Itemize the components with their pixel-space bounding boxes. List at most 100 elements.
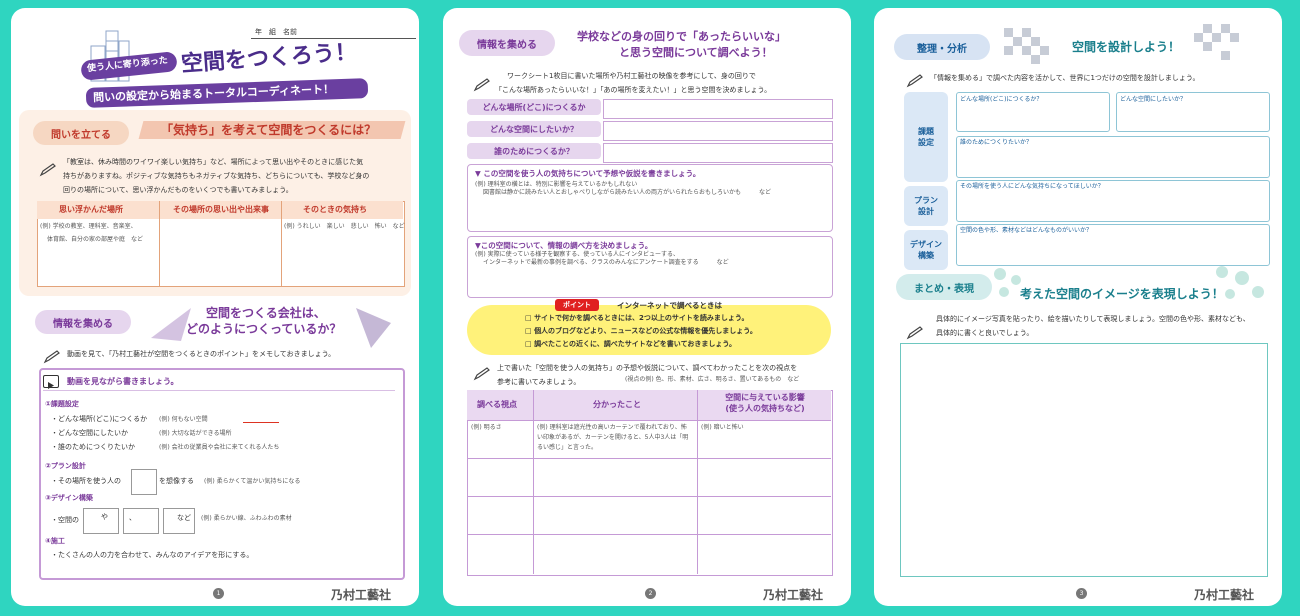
question-instruction-1: 「教室は、休み時間のワイワイ楽しい気持ち」など、場所によって思い出やそのときに感… xyxy=(63,158,364,166)
hypothesis-example-2: 図書館は静かに読みたい人とおしゃべりしながら読みたい人の両方がいられたらおもしろ… xyxy=(483,189,772,196)
page-number: 3 xyxy=(1076,588,1087,599)
q-who-answer[interactable] xyxy=(603,143,833,163)
page-number: 2 xyxy=(645,588,656,599)
after-instruction-2: 参考に書いてみましょう。 xyxy=(497,378,581,386)
checker-decoration-icon xyxy=(1194,24,1248,64)
title-line1b: 空間をつくろう！ xyxy=(180,39,358,78)
section2-item-a: ・その場所を使う人の xyxy=(51,477,121,485)
row-example-impact: (例) 暗いと怖い xyxy=(701,424,744,431)
section3-item-c: 、 xyxy=(129,514,136,522)
table-header-place: 思い浮かんだ場所 xyxy=(59,205,123,214)
after-note: (視点の例) 色、形、素材、広さ、明るさ、置いてあるもの など xyxy=(625,376,800,383)
pencil-icon xyxy=(906,74,923,88)
side-label-plan: プラン 設計 xyxy=(904,186,948,226)
hypothesis-example-1: (例) 理科室の横とは、特別に影響を与えているかもしれない xyxy=(475,181,638,188)
name-line xyxy=(251,38,416,39)
table-header-impact: 空間に与えている影響 (使う人の気持ちなど) xyxy=(725,393,805,413)
section4-title: ④施工 xyxy=(45,537,65,545)
point-badge: ポイント xyxy=(555,299,599,311)
page2-instruction-1: ワークシート1枚目に書いた場所や乃村工藝社の映像を参考にして、身の回りで xyxy=(507,72,756,80)
video-notes-box xyxy=(39,368,405,580)
pencil-icon xyxy=(473,78,490,92)
section1-item3: ・誰のためにつくりたいか xyxy=(51,443,135,451)
feeling-box-label: その場所を使う人にどんな気持ちになってほしいか？ xyxy=(960,183,1104,190)
analysis-label: 整理・分析 xyxy=(894,34,990,60)
section2-item-b: を想像する xyxy=(159,477,194,485)
after-instruction-1: 上で書いた「空間を使う人の気持ち」の予想や仮説について、調べてわかったことを次の… xyxy=(497,364,798,372)
design-instruction: 「情報を集める」で調べた内容を活かして、世界に1つだけの空間を設計しましょう。 xyxy=(930,74,1200,82)
video-label: 動画を見ながら書きましょう。 xyxy=(67,377,179,386)
page2-heading-1: 学校などの身の回りで「あったらいいな」 xyxy=(577,30,786,43)
question-instruction-2: 持ちがありますね。ポジティブな気持ちもネガティブな気持ち、どちらについても、学校… xyxy=(63,172,370,180)
pencil-icon xyxy=(473,367,490,381)
question-heading: 「気持ち」を考えて空間をつくるには？ xyxy=(161,123,377,137)
summary-instruction-2: 具体的に書くと良いでしょう。 xyxy=(936,329,1034,337)
point-item-1: □ サイトで何かを調べるときには、2つ以上のサイトを読みましょう。 xyxy=(525,314,749,322)
row-example-viewpoint: (例) 明るさ xyxy=(471,424,502,431)
point-title: インターネットで調べるときは xyxy=(617,301,722,310)
table-example-place-2: 体育館、自分の家の部屋や庭 など xyxy=(47,236,144,243)
page2-heading-2: と思う空間について調べよう！ xyxy=(619,46,773,59)
worksheet-page-1: 年 組 名前 使う人に寄り添った 空間をつくろう！ 問いの設定から始まるトータル… xyxy=(11,8,419,606)
table-header-feeling: そのときの気持ち xyxy=(303,205,367,214)
summary-label: まとめ・表現 xyxy=(896,274,992,300)
q-what-answer[interactable] xyxy=(603,121,833,141)
method-title: ▼この空間について、情報の調べ方を決めましょう。 xyxy=(475,241,653,250)
pencil-icon xyxy=(39,163,56,177)
name-line-label: 年 組 名前 xyxy=(255,28,297,36)
info-instruction: 動画を見て、「乃村工藝社が空間をつくるときのポイント」をメモしておきましょう。 xyxy=(67,350,336,358)
checker-decoration-icon xyxy=(1004,28,1058,68)
q-what-label: どんな空間にしたいか？ xyxy=(467,121,601,137)
info-heading-1: 空間をつくる会社は、 xyxy=(206,306,326,320)
section2-title: ②プラン設計 xyxy=(45,462,86,470)
point-item-2: □ 個人のブログなどより、ニュースなどの公式な情報を優先しましょう。 xyxy=(525,327,757,335)
company-logo: 乃村工藝社 xyxy=(1194,588,1255,602)
info-heading-2: どのようにつくっているか？ xyxy=(186,322,342,336)
summary-drawing-area[interactable] xyxy=(900,343,1268,577)
section1-example1: (例) 何もない空間 xyxy=(159,416,208,423)
question-label: 問いを立てる xyxy=(33,121,129,145)
info-label: 情報を集める xyxy=(459,30,555,56)
section3-example: (例) 柔らかい線、ふわふわの素材 xyxy=(201,515,292,522)
summary-instruction-1: 具体的にイメージ写真を貼ったり、絵を描いたりして表現しましょう。空間の色や形、素… xyxy=(936,315,1250,323)
pencil-icon xyxy=(906,326,923,340)
summary-heading: 考えた空間のイメージを表現しよう！ xyxy=(1020,287,1224,301)
hypothesis-title: ▼ この空間を使う人の気持ちについて予想や仮説を書きましょう。 xyxy=(475,169,701,178)
section1-item1: ・どんな場所(どこ)につくるか xyxy=(51,415,148,423)
table-header-findings: 分かったこと xyxy=(593,400,641,409)
play-icon xyxy=(43,375,59,389)
section1-item2: ・どんな空間にしたいか xyxy=(51,429,128,437)
page-number: 1 xyxy=(213,588,224,599)
q-where-label: どんな場所(どこ)につくるか xyxy=(467,99,601,115)
q-where-answer[interactable] xyxy=(603,99,833,119)
section1-example2: (例) 大切な話ができる場所 xyxy=(159,430,232,437)
side-label-design: デザイン 構築 xyxy=(904,230,948,270)
page2-instruction-2: 「こんな場所あったらいいな！」「あの場所を変えたい！」と思う空間を決めましょう。 xyxy=(495,86,772,94)
who-box-label: 誰のためにつくりたいか？ xyxy=(960,139,1033,146)
section4-item: ・たくさんの人の力を合わせて、みんなのアイデアを形にする。 xyxy=(51,551,254,559)
table-example-place-1: (例) 学校の教室、理科室、音楽室、 xyxy=(40,223,137,230)
row-example-findings-1: (例) 理科室は遮光性の高いカーテンで覆われており、怖 xyxy=(537,424,687,431)
what-box-label: どんな空間にしたいか？ xyxy=(1120,96,1187,103)
table-header-memory: その場所の思い出や出来事 xyxy=(173,205,269,214)
q-who-label: 誰のためにつくるか？ xyxy=(467,143,601,159)
section3-item-b: や xyxy=(101,513,108,521)
question-instruction-3: 回りの場所について、思い浮かんだものをいくつでも書いてみましょう。 xyxy=(63,186,293,194)
side-label-task: 課題 設定 xyxy=(904,92,948,182)
info-label: 情報を集める xyxy=(35,310,131,334)
section3-title: ③デザイン構築 xyxy=(45,494,93,502)
method-example-1: (例) 実際に使っている様子を観察する、使っている人にインタビューする、 xyxy=(475,251,679,258)
row-example-findings-2: い印象があるが、カーテンを開けると、5人中3人は「明 xyxy=(537,434,689,441)
section3-item-d: など xyxy=(177,514,191,522)
section2-blank[interactable] xyxy=(131,469,157,495)
section3-item-a: ・空間の xyxy=(51,516,79,524)
company-logo: 乃村工藝社 xyxy=(763,588,824,602)
design-box-label: 空間の色や形、素材などはどんなものがいいか？ xyxy=(960,227,1093,234)
where-box-label: どんな場所(どこ)につくるか？ xyxy=(960,96,1043,103)
table-example-feeling: (例) うれしい 楽しい 悲しい 怖い など xyxy=(284,223,405,230)
company-logo: 乃村工藝社 xyxy=(331,588,392,602)
table-header-viewpoint: 調べる視点 xyxy=(477,400,517,409)
section1-title: ①課題設定 xyxy=(45,400,79,408)
method-example-2: インターネットで最新の事例を調べる、クラスのみんなにアンケート調査をする など xyxy=(483,259,729,266)
row-example-findings-3: るい感じ」と言った。 xyxy=(537,444,598,451)
